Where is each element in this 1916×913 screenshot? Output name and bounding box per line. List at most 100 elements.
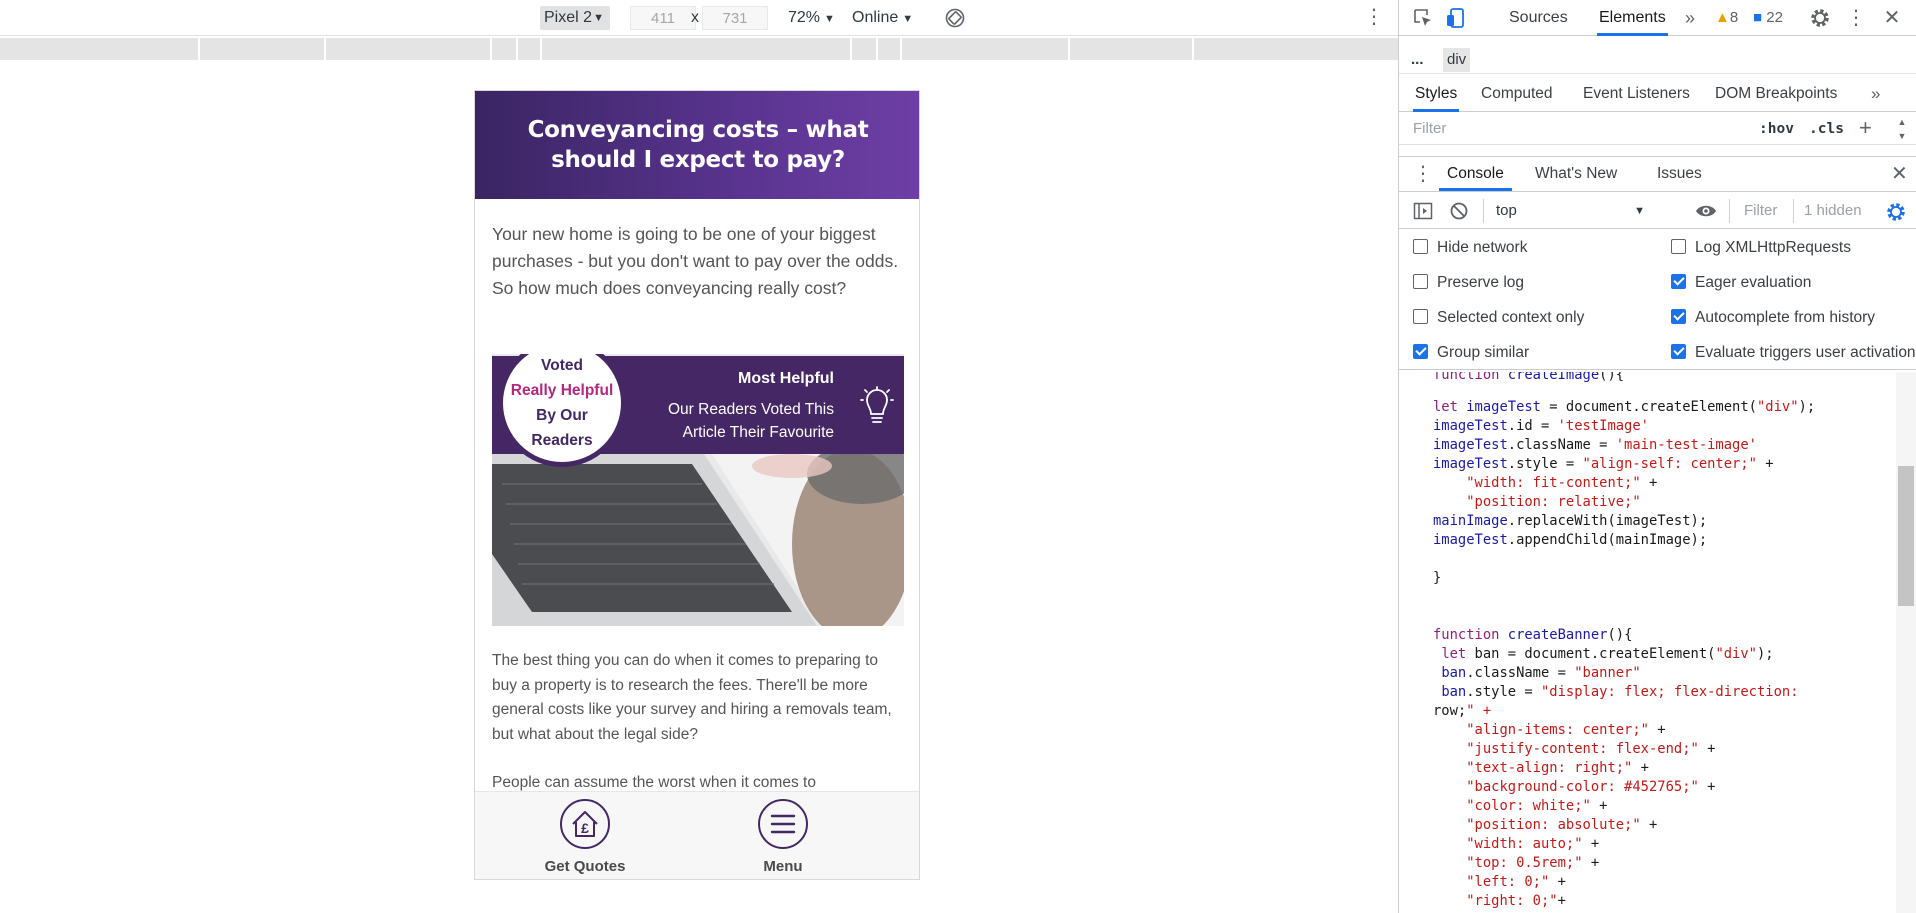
hamburger-icon: [758, 799, 808, 849]
menu-button[interactable]: Menu: [713, 798, 853, 875]
selected-context-option[interactable]: Selected context only: [1413, 308, 1584, 328]
tab-event-listeners[interactable]: Event Listeners: [1583, 78, 1690, 112]
code-line: imageTest.appendChild(mainImage);: [1433, 532, 1708, 548]
media-query-divider: [850, 38, 852, 60]
checkbox[interactable]: [1671, 239, 1686, 254]
tab-styles[interactable]: Styles: [1413, 78, 1460, 112]
code-line: let imageTest = document.createElement("…: [1433, 399, 1816, 415]
close-icon[interactable]: ✕: [1891, 157, 1908, 191]
breadcrumb-ellipsis[interactable]: ...: [1411, 46, 1424, 74]
hov-toggle[interactable]: :hov: [1759, 117, 1794, 141]
emulation-toolbar: Pixel 2 ▼ 411 x 731 72% ▼ Online ▼ ⋮: [0, 0, 1398, 36]
phone-viewport: Conveyancing costs – what should I expec…: [474, 90, 920, 880]
height-input[interactable]: 731: [702, 6, 768, 30]
new-rule-icon[interactable]: +: [1859, 115, 1872, 141]
tab-elements[interactable]: Elements: [1597, 0, 1668, 36]
more-tabs-icon[interactable]: »: [1685, 0, 1695, 36]
breadcrumb-node[interactable]: div: [1443, 48, 1471, 72]
checkbox-checked[interactable]: [1671, 274, 1686, 289]
zoom-select[interactable]: 72% ▼: [788, 6, 835, 30]
tab-dom-breakpoints[interactable]: DOM Breakpoints: [1715, 78, 1837, 112]
banner-title: Most Helpful: [738, 370, 834, 387]
option-label: Selected context only: [1437, 309, 1585, 326]
drawer-menu-icon[interactable]: ⋮: [1413, 157, 1433, 191]
console-toolbar: top ▼ Filter 1 hidden: [1399, 193, 1916, 229]
close-icon[interactable]: ✕: [1881, 7, 1903, 29]
evaluate-triggers-option[interactable]: Evaluate triggers user activation: [1671, 343, 1916, 363]
width-input[interactable]: 411: [630, 6, 696, 30]
checkbox-checked[interactable]: [1671, 309, 1686, 324]
code-line: "justify-content: flex-end;" +: [1466, 741, 1716, 757]
console-scrollbar[interactable]: [1896, 372, 1916, 913]
option-label: Eager evaluation: [1695, 274, 1812, 291]
cls-toggle[interactable]: .cls: [1809, 117, 1844, 141]
more-options-icon[interactable]: ⋮: [1364, 6, 1384, 30]
eager-evaluation-option[interactable]: Eager evaluation: [1671, 273, 1811, 293]
device-select[interactable]: Pixel 2 ▼: [540, 6, 610, 30]
autocomplete-option[interactable]: Autocomplete from history: [1671, 308, 1875, 328]
badge-highlight: Really Helpful: [510, 382, 614, 399]
badge-line: By Our: [536, 407, 588, 424]
throttle-select[interactable]: Online ▼: [852, 6, 913, 30]
code-line: "left: 0;" +: [1466, 874, 1566, 890]
option-label: Hide network: [1437, 239, 1528, 256]
device-toggle-icon[interactable]: [1445, 7, 1467, 29]
more-options-icon[interactable]: ⋮: [1845, 7, 1867, 29]
article-image: Most Helpful Our Readers Voted This Arti…: [492, 354, 904, 626]
zoom-value: 72%: [788, 9, 821, 26]
tab-sources[interactable]: Sources: [1509, 0, 1568, 36]
checkbox[interactable]: [1413, 239, 1428, 254]
gear-icon[interactable]: [1809, 7, 1831, 29]
message-icon: ■: [1753, 9, 1763, 26]
preserve-log-option[interactable]: Preserve log: [1413, 273, 1524, 293]
styles-filter-input[interactable]: Filter: [1411, 117, 1743, 141]
warnings-badge[interactable]: ▲8: [1715, 9, 1738, 26]
scrollbar-thumb[interactable]: [1898, 466, 1914, 606]
checkbox[interactable]: [1413, 274, 1428, 289]
sidebar-toggle-icon[interactable]: [1413, 201, 1433, 221]
tab-console[interactable]: Console: [1439, 157, 1512, 191]
media-query-bar[interactable]: [0, 38, 1398, 60]
tab-computed[interactable]: Computed: [1481, 78, 1553, 112]
checkbox-checked[interactable]: [1671, 344, 1686, 359]
media-query-divider: [1068, 38, 1070, 60]
context-select[interactable]: top ▼: [1483, 199, 1653, 223]
tab-whats-new[interactable]: What's New: [1535, 157, 1617, 191]
breadcrumb: ... div: [1399, 46, 1916, 74]
media-query-divider: [876, 38, 878, 60]
code-line: function createBanner(){: [1433, 627, 1633, 643]
hide-network-option[interactable]: Hide network: [1413, 238, 1527, 258]
clear-console-icon[interactable]: [1449, 201, 1469, 221]
tab-issues[interactable]: Issues: [1657, 157, 1702, 191]
warning-icon: ▲: [1715, 9, 1730, 26]
devtools-panel: Sources Elements » ▲8 ■ 22 ⋮ ✕ ... div S…: [1398, 0, 1916, 913]
messages-badge[interactable]: ■ 22: [1753, 9, 1783, 26]
checkbox-checked[interactable]: [1413, 344, 1428, 359]
console-settings: Hide network Preserve log Selected conte…: [1399, 230, 1916, 370]
device-select-value: Pixel 2: [544, 9, 593, 26]
log-xhr-option[interactable]: Log XMLHttpRequests: [1671, 238, 1851, 258]
eye-icon[interactable]: [1695, 201, 1717, 221]
scroll-arrows[interactable]: ▲ ▼: [1895, 115, 1909, 145]
context-value: top: [1496, 202, 1517, 219]
rotate-icon[interactable]: [944, 7, 966, 29]
console-code-output[interactable]: function createImage(){ let imageTest = d…: [1399, 372, 1899, 913]
console-filter-input[interactable]: Filter: [1729, 199, 1777, 223]
chevron-down-icon: ▼: [593, 12, 604, 24]
inspect-icon[interactable]: [1412, 7, 1434, 29]
banner-subtitle: Our Readers Voted This Article Their Fav…: [668, 401, 834, 441]
chevron-down-icon: ▼: [1634, 205, 1645, 217]
intro-paragraph: Your new home is going to be one of your…: [492, 224, 899, 298]
badge-line: Voted: [541, 357, 583, 374]
house-pound-icon: £: [560, 799, 610, 849]
article-header: Conveyancing costs – what should I expec…: [475, 91, 919, 199]
get-quotes-button[interactable]: £ Get Quotes: [515, 798, 655, 875]
more-tabs-icon[interactable]: »: [1871, 78, 1880, 112]
option-label: Evaluate triggers user activation: [1695, 344, 1916, 361]
code-line: function createImage(){: [1433, 372, 1625, 383]
checkbox[interactable]: [1413, 309, 1428, 324]
group-similar-option[interactable]: Group similar: [1413, 343, 1529, 363]
gear-icon[interactable]: [1885, 201, 1907, 223]
messages-count: 22: [1766, 9, 1783, 26]
code-line: "background-color: #452765;" +: [1466, 779, 1716, 795]
